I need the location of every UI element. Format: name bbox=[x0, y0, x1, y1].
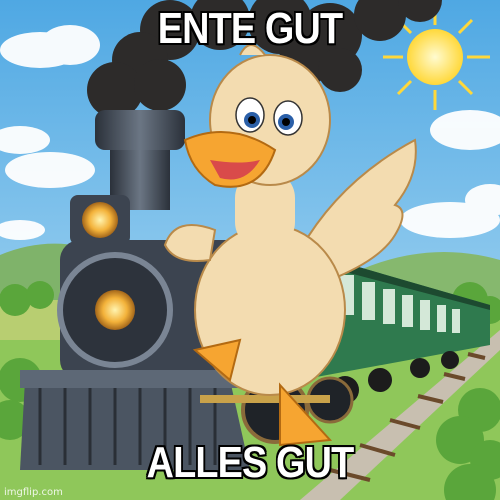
scene-illustration bbox=[0, 0, 500, 500]
meme-image: ENTE GUT ALLES GUT imgflip.com bbox=[0, 0, 500, 500]
imgflip-watermark: imgflip.com bbox=[4, 487, 63, 498]
meme-top-text: ENTE GUT bbox=[157, 4, 343, 53]
meme-bottom-text: ALLES GUT bbox=[146, 438, 355, 487]
